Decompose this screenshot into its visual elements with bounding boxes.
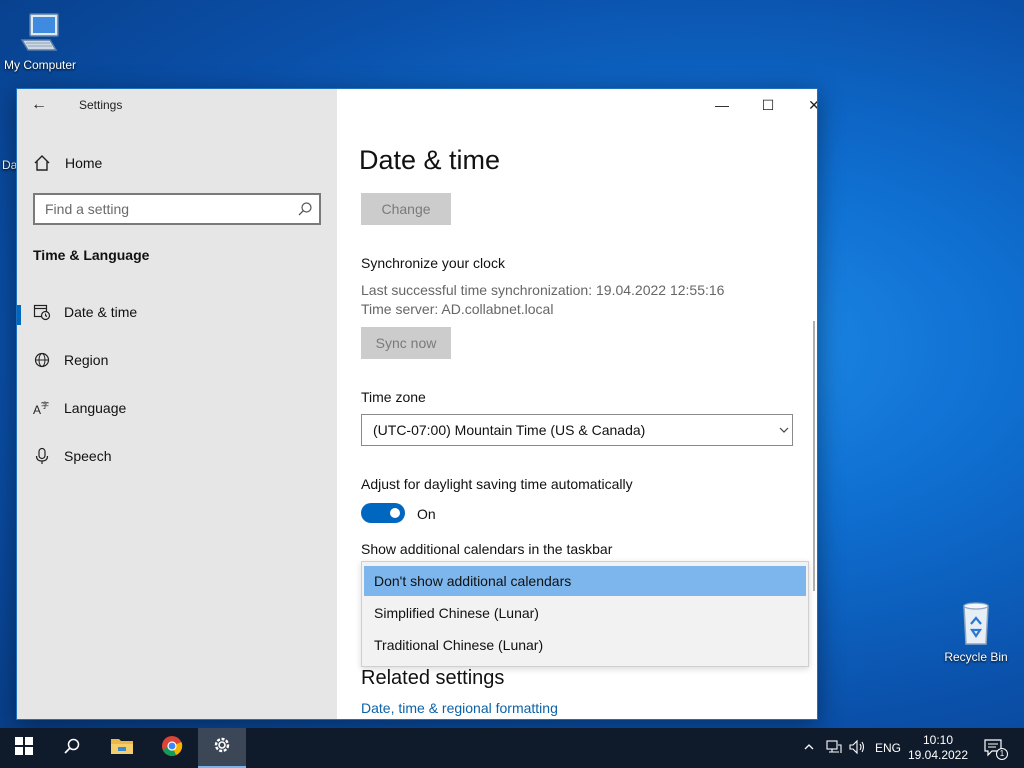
calendar-clock-icon [33, 303, 51, 321]
calendars-label: Show additional calendars in the taskbar [361, 541, 613, 557]
chevron-up-icon [803, 741, 815, 756]
taskbar: ENG 10:10 19.04.2022 1 [0, 728, 1024, 768]
date-time-regional-formatting-link[interactable]: Date, time & regional formatting [361, 700, 558, 716]
search-icon [63, 737, 81, 760]
dst-label: Adjust for daylight saving time automati… [361, 476, 633, 492]
calendar-option[interactable]: Don't show additional calendars [364, 566, 806, 596]
recycle-bin-label: Recycle Bin [944, 650, 1008, 664]
timezone-value: (UTC-07:00) Mountain Time (US & Canada) [373, 422, 646, 438]
my-computer-desktop-icon[interactable]: My Computer [0, 8, 80, 72]
folder-icon [110, 736, 134, 761]
network-button[interactable] [824, 728, 844, 768]
maximize-button[interactable]: ☐ [745, 89, 791, 121]
last-sync-text: Last successful time synchronization: 19… [361, 282, 725, 298]
related-settings-heading: Related settings [361, 667, 505, 689]
sidebar-item-label: Speech [64, 448, 112, 464]
taskbar-search-button[interactable] [48, 728, 96, 768]
toggle-knob [390, 508, 400, 518]
volume-button[interactable] [848, 728, 868, 768]
dst-state-label: On [417, 506, 436, 522]
calendars-dropdown-list: Don't show additional calendars Simplifi… [361, 561, 809, 667]
dst-toggle[interactable] [361, 503, 405, 523]
sync-heading: Synchronize your clock [361, 255, 505, 271]
show-hidden-icons-button[interactable] [800, 728, 818, 768]
language-indicator: ENG [874, 741, 901, 755]
change-button[interactable]: Change [361, 193, 451, 225]
globe-icon [33, 351, 51, 369]
notification-icon: 1 [984, 739, 1008, 760]
back-button[interactable]: ← [31, 95, 55, 115]
speaker-icon [849, 739, 867, 758]
sidebar: ← Settings Home Time & Language Date & t… [17, 89, 337, 719]
clock-time: 10:10 [922, 733, 954, 747]
clock-date: 19.04.2022 [907, 748, 969, 762]
start-button[interactable] [0, 728, 48, 768]
sidebar-item-region[interactable]: Region [17, 341, 337, 381]
settings-window: ← Settings Home Time & Language Date & t… [16, 88, 818, 720]
sidebar-item-label: Language [64, 400, 127, 416]
sidebar-item-speech[interactable]: Speech [17, 437, 337, 477]
scrollbar[interactable] [813, 321, 815, 591]
search-icon[interactable] [297, 201, 313, 217]
search-input[interactable] [35, 195, 285, 223]
gear-icon [212, 735, 232, 760]
chrome-icon [161, 735, 183, 762]
sidebar-item-date-time[interactable]: Date & time [17, 293, 337, 333]
recycle-bin-icon [952, 600, 1000, 648]
recycle-bin-desktop-icon[interactable]: Recycle Bin [940, 600, 1012, 664]
language-icon: A字 [33, 399, 51, 417]
clock-button[interactable]: 10:10 19.04.2022 [906, 728, 970, 768]
sidebar-item-label: Region [64, 352, 109, 368]
my-computer-label: My Computer [3, 58, 77, 72]
file-explorer-button[interactable] [98, 728, 146, 768]
home-label: Home [65, 155, 103, 171]
sidebar-item-language[interactable]: A字 Language [17, 389, 337, 429]
app-title: Settings [79, 98, 123, 112]
input-language-button[interactable]: ENG [874, 728, 902, 768]
microphone-icon [33, 447, 51, 465]
windows-logo-icon [15, 736, 33, 760]
timezone-label: Time zone [361, 389, 426, 405]
sync-now-button[interactable]: Sync now [361, 327, 451, 359]
minimize-icon: — [715, 97, 729, 113]
page-title: Date & time [359, 145, 501, 175]
timezone-select[interactable]: (UTC-07:00) Mountain Time (US & Canada) [361, 414, 793, 446]
action-center-button[interactable]: 1 [980, 728, 1008, 768]
home-icon [33, 154, 51, 172]
calendar-option[interactable]: Simplified Chinese (Lunar) [364, 598, 806, 628]
chrome-button[interactable] [148, 728, 196, 768]
maximize-icon: ☐ [761, 96, 775, 113]
back-arrow-icon: ← [31, 96, 47, 113]
close-button[interactable]: ✕ [791, 89, 817, 121]
computer-icon [16, 8, 64, 56]
minimize-button[interactable]: — [699, 89, 745, 121]
sidebar-item-label: Date & time [64, 304, 138, 320]
network-icon [826, 739, 842, 758]
close-icon: ✕ [808, 97, 817, 114]
search-box[interactable] [33, 193, 321, 225]
main-content: — ☐ ✕ Date & time Change Synchronize you… [337, 89, 817, 719]
home-nav-item[interactable]: Home [33, 151, 102, 175]
settings-taskbar-button[interactable] [198, 728, 246, 768]
notification-count-badge: 1 [996, 748, 1008, 760]
chevron-down-icon [778, 423, 790, 435]
svg-text:A: A [33, 403, 41, 417]
time-server-text: Time server: AD.collabnet.local [361, 301, 554, 317]
selection-indicator [17, 305, 21, 325]
section-title: Time & Language [33, 247, 150, 263]
svg-text:字: 字 [41, 400, 49, 410]
calendar-option[interactable]: Traditional Chinese (Lunar) [364, 630, 806, 660]
